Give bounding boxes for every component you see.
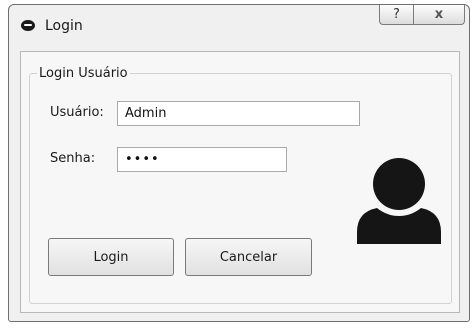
- window-title: Login: [45, 18, 83, 34]
- title-buttons: ? x: [379, 5, 465, 25]
- password-input[interactable]: [117, 147, 287, 172]
- close-button[interactable]: x: [413, 5, 465, 25]
- username-input[interactable]: [117, 101, 360, 126]
- dialog-body: Login Usuário Usuário: Senha: Login Canc…: [20, 51, 460, 313]
- cancel-button[interactable]: Cancelar: [185, 238, 312, 276]
- user-avatar-icon: [357, 158, 441, 244]
- login-button[interactable]: Login: [48, 238, 174, 276]
- username-label: Usuário:: [50, 105, 104, 120]
- help-button[interactable]: ?: [379, 5, 413, 25]
- login-window: Login ? x Login Usuário Usuário: Senha: …: [8, 4, 470, 322]
- groupbox-title: Login Usuário: [37, 66, 130, 81]
- title-bar: Login ? x: [9, 5, 469, 45]
- password-label: Senha:: [50, 151, 96, 166]
- app-icon: [21, 20, 35, 31]
